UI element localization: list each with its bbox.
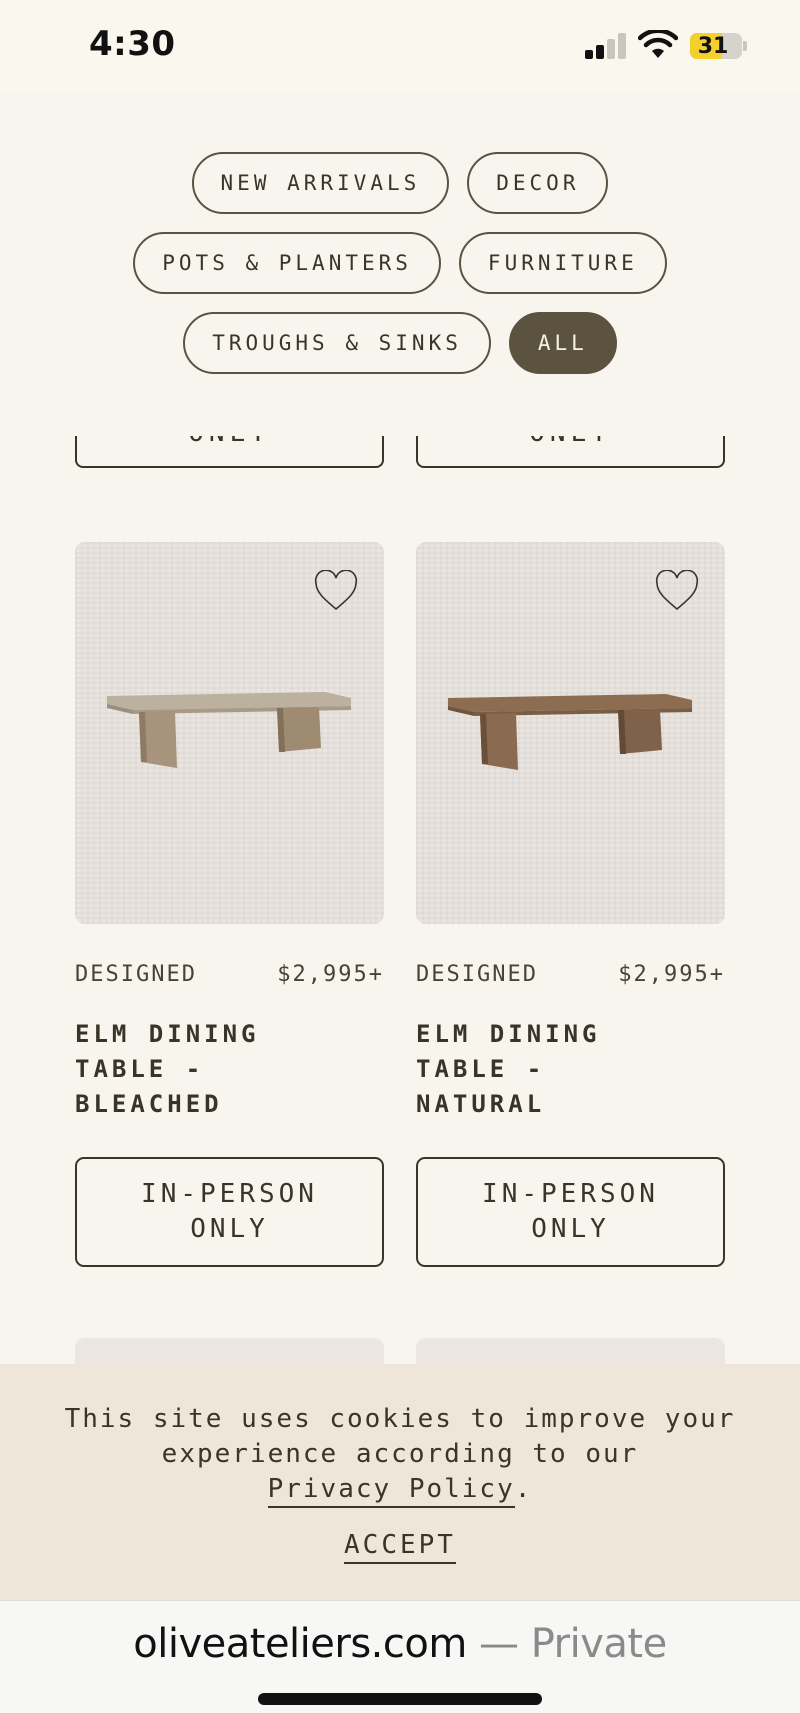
filter-troughs-sinks[interactable]: TROUGHS & SINKS (183, 312, 491, 374)
button-label-line: ONLY (531, 1214, 610, 1244)
url-display[interactable]: oliveateliers.com — Private (0, 1621, 800, 1667)
cookie-period: . (514, 1474, 533, 1504)
category-filters: NEW ARRIVALS DECOR POTS & PLANTERS FURNI… (0, 152, 800, 392)
product-title-line: BLEACHED (75, 1090, 223, 1118)
filter-row: NEW ARRIVALS DECOR (0, 152, 800, 214)
in-person-only-button[interactable]: IN-PERSON ONLY (416, 1157, 725, 1267)
product-title[interactable]: ELM DINING TABLE - NATURAL (416, 1017, 725, 1122)
cookie-message-line: Privacy Policy. (0, 1472, 800, 1508)
product-meta: DESIGNED $2,995+ (75, 962, 384, 987)
in-person-button-partial[interactable]: ONLY (416, 436, 725, 468)
product-card: DESIGNED $2,995+ ELM DINING TABLE - NATU… (416, 542, 725, 1267)
privacy-policy-link[interactable]: Privacy Policy (267, 1474, 515, 1508)
status-bar: 4:30 31 (0, 0, 800, 92)
accept-cookies-button[interactable]: ACCEPT (344, 1530, 456, 1564)
accept-row: ACCEPT (0, 1530, 800, 1564)
in-person-only-button[interactable]: IN-PERSON ONLY (75, 1157, 384, 1267)
battery-cap (743, 41, 747, 51)
private-mode-label: — Private (466, 1621, 667, 1667)
filter-furniture[interactable]: FURNITURE (458, 232, 667, 294)
heart-icon[interactable] (314, 570, 358, 612)
cookie-banner: This site uses cookies to improve your e… (0, 1364, 800, 1600)
button-label-line: IN-PERSON (141, 1179, 318, 1209)
status-time: 4:30 (89, 24, 176, 64)
filter-decor[interactable]: DECOR (467, 152, 609, 214)
product-card: DESIGNED $2,995+ ELM DINING TABLE - BLEA… (75, 542, 384, 1267)
dining-table-image (107, 692, 351, 768)
product-title-line: TABLE - (75, 1055, 205, 1083)
filter-new-arrivals[interactable]: NEW ARRIVALS (191, 152, 450, 214)
wifi-icon (638, 30, 678, 58)
product-image[interactable] (75, 542, 384, 924)
product-title-line: TABLE - (416, 1055, 546, 1083)
heart-icon[interactable] (655, 570, 699, 612)
product-category: DESIGNED (75, 962, 197, 987)
cookie-message: This site uses cookies to improve your e… (0, 1402, 800, 1508)
page: 4:30 31 NEW ARRIVALS DECOR POTS & PLANTE… (0, 0, 800, 1713)
product-title-line: ELM DINING (75, 1020, 260, 1048)
product-price: $2,995+ (618, 962, 725, 987)
url-domain: oliveateliers.com (133, 1621, 467, 1667)
filter-all[interactable]: ALL (508, 312, 617, 374)
product-title-line: ELM DINING (416, 1020, 601, 1048)
product-category: DESIGNED (416, 962, 538, 987)
product-price: $2,995+ (277, 962, 384, 987)
cellular-signal-icon (585, 33, 627, 59)
partial-button-label: ONLY (77, 436, 382, 448)
home-indicator[interactable] (258, 1693, 542, 1705)
browser-address-bar[interactable]: oliveateliers.com — Private (0, 1600, 800, 1713)
partial-button-label: ONLY (418, 436, 723, 448)
product-title[interactable]: ELM DINING TABLE - BLEACHED (75, 1017, 384, 1122)
in-person-button-partial[interactable]: ONLY (75, 436, 384, 468)
button-label-line: IN-PERSON (482, 1179, 659, 1209)
battery-percent: 31 (697, 33, 729, 59)
product-meta: DESIGNED $2,995+ (416, 962, 725, 987)
filter-row: POTS & PLANTERS FURNITURE (0, 232, 800, 294)
dining-table-image (448, 694, 692, 770)
product-image[interactable] (416, 542, 725, 924)
cookie-message-line: experience according to our (161, 1439, 639, 1469)
button-label-line: ONLY (190, 1214, 269, 1244)
filter-row: TROUGHS & SINKS ALL (0, 312, 800, 374)
filter-pots-planters[interactable]: POTS & PLANTERS (133, 232, 441, 294)
battery-icon: 31 (690, 33, 742, 59)
product-title-line: NATURAL (416, 1090, 546, 1118)
cookie-message-line: This site uses cookies to improve your (64, 1404, 736, 1434)
